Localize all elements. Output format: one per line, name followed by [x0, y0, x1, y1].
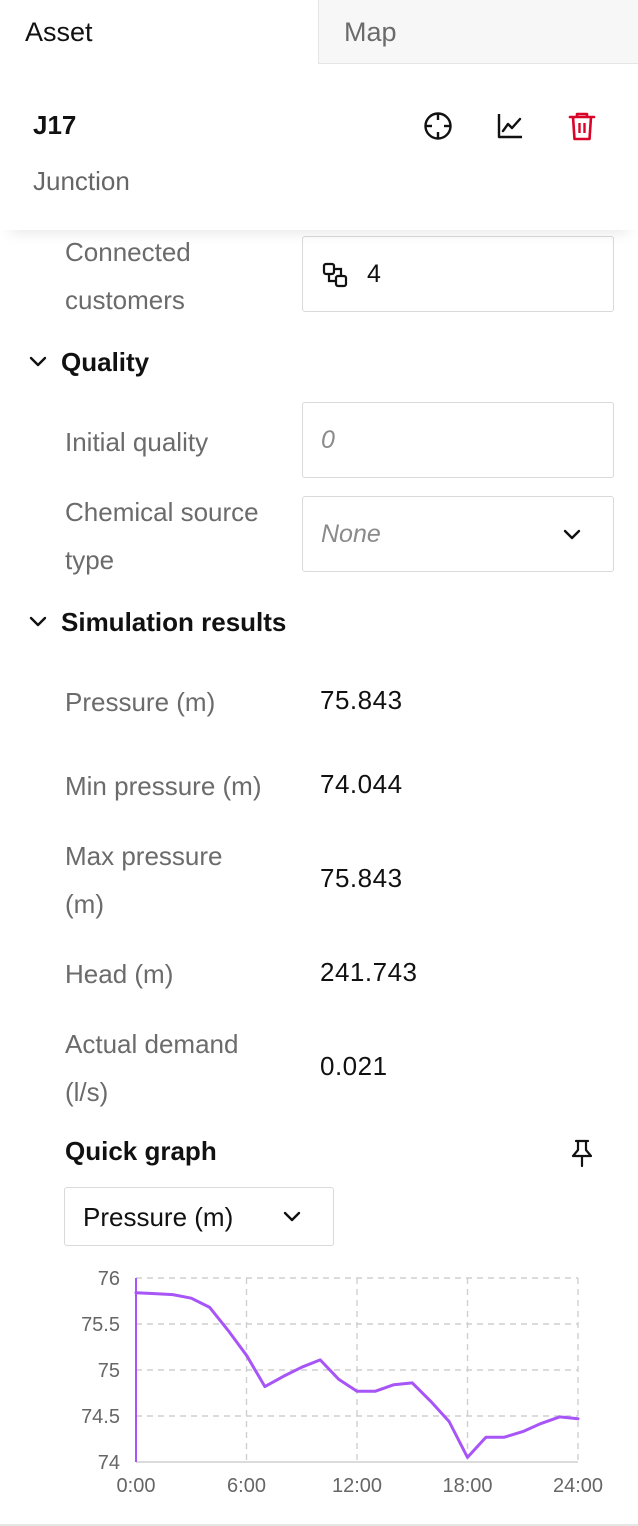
chevron-down-icon	[563, 529, 581, 540]
min-pressure-label: Min pressure (m)	[65, 771, 262, 801]
asset-type: Junction	[33, 166, 130, 196]
chevron-down-icon	[29, 356, 47, 367]
trash-icon	[568, 112, 596, 141]
chart-y-tick-label: 76	[98, 1268, 120, 1290]
min-pressure-value: 74.044	[320, 769, 403, 799]
max-pressure-label: Max pressure (m)	[65, 841, 223, 919]
quality-section-label: Quality	[61, 346, 150, 377]
chart-x-tick-label: 6:00	[227, 1475, 266, 1497]
chart-y-tick-label: 75.5	[81, 1314, 120, 1336]
quick-graph-title: Quick graph	[65, 1136, 217, 1166]
chart-x-tick-label: 24:00	[553, 1475, 603, 1497]
asset-id: J17	[33, 110, 77, 140]
max-pressure-value: 75.843	[320, 863, 403, 893]
pressure-value: 75.843	[320, 685, 403, 715]
asset-header: J17 Junction	[0, 64, 638, 230]
chevron-down-icon	[29, 616, 47, 627]
line-chart-icon	[497, 114, 522, 139]
delete-button[interactable]	[564, 108, 600, 144]
chevron-down-icon	[283, 1211, 301, 1222]
initial-quality-placeholder: 0	[321, 426, 335, 454]
actual-demand-label: Actual demand (l/s)	[65, 1029, 239, 1107]
simulation-results-section-toggle[interactable]: Simulation results	[27, 602, 286, 642]
quick-graph-metric-value: Pressure (m)	[83, 1202, 234, 1232]
pin-button[interactable]	[566, 1137, 598, 1169]
initial-quality-input[interactable]: 0	[302, 402, 614, 478]
customers-link-icon	[322, 262, 348, 288]
connected-customers-label: Connected customers	[65, 237, 191, 315]
simulation-results-section-label: Simulation results	[61, 606, 287, 637]
tab-map[interactable]: Map	[318, 0, 638, 64]
chemical-source-type-value: None	[321, 520, 381, 548]
initial-quality-label: Initial quality	[65, 427, 209, 457]
chemical-source-type-select[interactable]: None	[302, 496, 614, 572]
quick-graph-metric-select[interactable]: Pressure (m)	[64, 1187, 334, 1246]
chart-y-tick-label: 75	[98, 1360, 120, 1382]
pressure-label: Pressure (m)	[65, 687, 216, 717]
pressure-chart-svg: 76 75.5 75 74.5 740:00 6:00 12:00 18:00 24:00	[81, 1268, 603, 1497]
connected-customers-field[interactable]: 4	[302, 236, 614, 312]
head-label: Head (m)	[65, 959, 174, 989]
chart-x-tick-label: 0:00	[117, 1475, 156, 1497]
quality-section-toggle[interactable]: Quality	[27, 342, 149, 382]
locate-asset-button[interactable]	[420, 108, 456, 144]
chart-button[interactable]	[492, 108, 528, 144]
crosshair-icon	[424, 112, 452, 140]
pin-icon	[571, 1139, 593, 1168]
chart-x-tick-label: 12:00	[332, 1475, 382, 1497]
chart-y-tick-label: 74	[98, 1452, 120, 1474]
connected-customers-value: 4	[367, 260, 381, 288]
chart-x-tick-label: 18:00	[442, 1475, 492, 1497]
actual-demand-value: 0.021	[320, 1051, 388, 1081]
tab-asset[interactable]: Asset	[0, 0, 318, 64]
head-value: 241.743	[320, 957, 418, 987]
pressure-chart: 76 75.5 75 74.5 74 0:00 6:00 12:00 18:00 24:00	[0, 1262, 638, 1512]
chart-y-tick-label: 74.5	[81, 1406, 120, 1428]
chemical-source-type-label: Chemical source type	[65, 497, 259, 575]
